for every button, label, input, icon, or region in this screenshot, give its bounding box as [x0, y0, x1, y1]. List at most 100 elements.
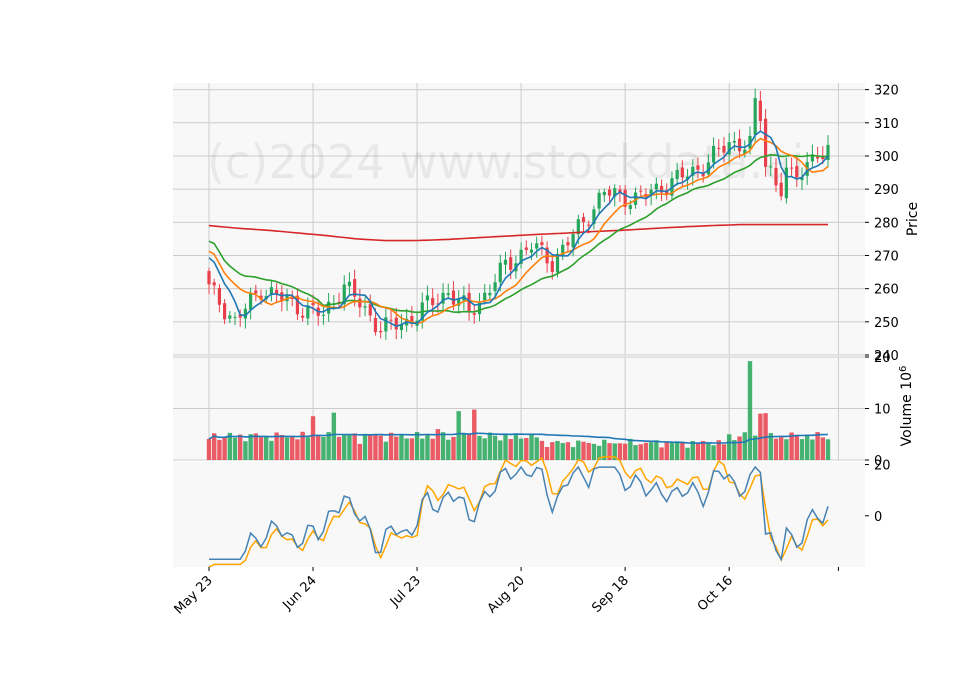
volume-bar — [680, 441, 685, 460]
volume-bar — [456, 411, 461, 460]
volume-bar — [414, 431, 420, 460]
volume-bar — [773, 438, 779, 460]
candle-body — [779, 182, 783, 197]
candle-body — [254, 290, 258, 294]
volume-bar — [825, 439, 831, 460]
candle-body — [675, 169, 679, 180]
volume-bar — [342, 435, 347, 460]
volume-bar — [347, 435, 352, 460]
price-tick-label: 260 — [874, 283, 899, 298]
candle-body — [509, 257, 513, 270]
volume-bar — [477, 435, 482, 460]
volume-bar — [310, 416, 316, 460]
volume-bar — [633, 445, 638, 460]
volume-bar — [674, 441, 680, 460]
volume-bar — [695, 443, 701, 460]
candle-body — [815, 156, 820, 159]
volume-bar — [357, 443, 363, 460]
volume-bar — [290, 436, 295, 460]
candle-body — [472, 313, 476, 315]
price-tick-label: 270 — [874, 249, 899, 264]
candle-body — [628, 205, 632, 209]
volume-bar — [544, 447, 550, 460]
candle-body — [789, 167, 794, 169]
candle-body — [753, 98, 757, 135]
candle-body — [394, 317, 398, 330]
volume-bar — [550, 442, 555, 460]
price-tick-label: 310 — [874, 117, 899, 132]
volume-bar — [336, 436, 342, 460]
volume-bar — [815, 432, 820, 460]
candle-body — [228, 315, 232, 319]
volume-bar — [586, 442, 591, 460]
candle-body — [535, 243, 539, 249]
volume-bar — [726, 434, 732, 460]
candle-body — [311, 302, 315, 306]
price-panel-bg — [173, 83, 865, 355]
volume-bar — [503, 434, 508, 460]
candle-body — [373, 318, 378, 333]
volume-bar — [425, 435, 430, 460]
candle-body — [581, 217, 586, 222]
price-axis-title: Price — [905, 202, 921, 236]
volume-bar — [591, 443, 597, 460]
candle-body — [301, 315, 305, 318]
candle-body — [368, 304, 372, 316]
candle-body — [207, 271, 211, 285]
volume-bar — [576, 440, 581, 460]
candle-body — [795, 166, 799, 178]
candle-body — [384, 317, 388, 332]
candle-body — [389, 319, 393, 321]
candle-body — [696, 165, 700, 170]
volume-bar — [316, 435, 321, 460]
volume-bar — [487, 432, 493, 460]
candle-body — [566, 242, 570, 246]
volume-bar — [659, 447, 664, 460]
candle-body — [732, 141, 736, 143]
candle-body — [290, 297, 294, 299]
volume-bar — [539, 440, 545, 460]
candle-body — [758, 100, 762, 122]
candle-body — [587, 224, 591, 226]
volume-bar — [581, 441, 586, 460]
candle-body — [654, 183, 658, 190]
volume-bar — [435, 429, 441, 460]
volume-bar — [388, 432, 394, 460]
volume-bar — [284, 437, 290, 460]
candle-body — [711, 145, 716, 163]
price-tick-label: 250 — [874, 316, 899, 331]
volume-bar — [721, 444, 727, 460]
volume-bar — [321, 436, 326, 460]
candle-body — [363, 306, 367, 308]
volume-tick-label: 10 — [874, 403, 891, 418]
volume-bar — [638, 444, 643, 460]
volume-bar — [446, 439, 451, 460]
volume-bar — [232, 437, 238, 460]
volume-bar — [269, 440, 274, 460]
volume-bar — [570, 447, 576, 460]
x-tick-label: Jul 23 — [387, 573, 424, 610]
volume-bar — [394, 436, 399, 460]
volume-bar — [409, 438, 415, 460]
volume-bar — [654, 440, 659, 460]
volume-bar — [238, 434, 243, 460]
volume-axis-title: Volume 106 — [898, 366, 916, 447]
volume-bar — [518, 438, 524, 460]
volume-bar — [472, 409, 477, 460]
candle-body — [498, 262, 502, 283]
volume-bar — [373, 434, 378, 460]
candle-body — [607, 189, 612, 196]
volume-bar — [622, 443, 628, 460]
volume-bar — [326, 432, 331, 460]
volume-bar — [664, 442, 669, 460]
volume-bar — [352, 433, 357, 460]
volume-bar — [513, 434, 519, 460]
volume-bar — [383, 441, 389, 460]
candle-body — [529, 249, 534, 253]
volume-tick-label: 20 — [874, 351, 891, 366]
volume-bar — [742, 432, 747, 460]
volume-bar — [565, 442, 571, 460]
candle-body — [212, 282, 216, 286]
volume-bar — [820, 437, 825, 460]
volume-bar — [643, 442, 649, 460]
